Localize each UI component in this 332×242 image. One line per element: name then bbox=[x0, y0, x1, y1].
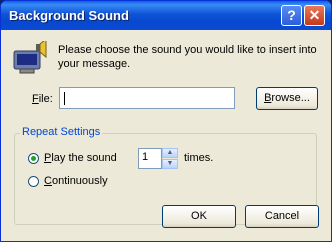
continuously-label[interactable]: Continuously bbox=[44, 175, 108, 187]
window-title: Background Sound bbox=[9, 8, 129, 23]
spin-up-icon[interactable]: ▲ bbox=[162, 148, 178, 158]
play-times-label[interactable]: Play the sound bbox=[44, 152, 117, 164]
text-cursor bbox=[64, 92, 65, 105]
times-label: times. bbox=[184, 152, 214, 164]
file-label: File: bbox=[32, 93, 53, 105]
help-button[interactable]: ? bbox=[281, 5, 302, 26]
background-sound-dialog: Background Sound ? ✕ Please choose the s… bbox=[0, 0, 332, 242]
play-times-radio[interactable] bbox=[28, 153, 39, 164]
repeat-count-stepper[interactable]: 1 ▲ ▼ bbox=[138, 148, 178, 169]
continuously-radio[interactable] bbox=[28, 176, 39, 187]
close-button[interactable]: ✕ bbox=[304, 5, 325, 26]
spin-down-icon[interactable]: ▼ bbox=[162, 159, 178, 169]
prompt-text: Please choose the sound you would like t… bbox=[58, 44, 317, 70]
repeat-count-value[interactable]: 1 bbox=[138, 148, 162, 169]
ok-button[interactable]: OK bbox=[162, 205, 236, 228]
cancel-button[interactable]: Cancel bbox=[245, 205, 319, 228]
title-bar[interactable]: Background Sound ? ✕ bbox=[1, 1, 331, 30]
browse-button[interactable]: Browse... bbox=[256, 87, 318, 110]
speaker-computer-icon bbox=[13, 41, 47, 74]
file-input[interactable] bbox=[59, 87, 235, 109]
dialog-body: Please choose the sound you would like t… bbox=[4, 30, 328, 240]
repeat-settings-title: Repeat Settings bbox=[20, 126, 103, 138]
